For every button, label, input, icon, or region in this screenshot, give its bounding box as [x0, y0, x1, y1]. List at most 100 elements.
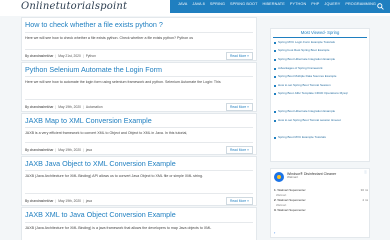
bullet-icon: [274, 137, 276, 139]
post-category[interactable]: Python: [86, 54, 96, 58]
sidebar-link-label: Spring boot Rest Spring Boot Example: [278, 48, 330, 52]
sidebar-link-label: How to set Spring Boot Tomcat session ti…: [278, 118, 341, 122]
site-header: Onlinetutorialspoint Java Java 8 Spring …: [0, 0, 390, 16]
post-card: JAXB XML to Java Object Conversion Examp…: [21, 207, 257, 240]
divider: [25, 170, 253, 171]
post-excerpt: JAXB is a very efficient framework to co…: [25, 131, 188, 135]
walmart-logo-icon: [274, 172, 284, 182]
sidebar-link[interactable]: Advantages of Spring Framework: [274, 66, 368, 71]
sidebar-link-label: Spring Boot Multiple Data Sources Exampl…: [278, 74, 337, 78]
nav-item-hibernate[interactable]: Hibernate: [263, 2, 285, 6]
bullet-icon: [274, 59, 276, 61]
read-more-button[interactable]: Read More »: [225, 103, 253, 111]
divider: [273, 37, 367, 38]
sidebar-link[interactable]: How to set Spring Boot Tomcat Session: [274, 83, 368, 88]
post-meta: By chandrashekhar | May 19th, 2020 | jav…: [25, 147, 92, 152]
bullet-icon: [274, 50, 276, 52]
ad-row-subtitle: Walmart: [276, 203, 287, 207]
ad-row-name: Walmart Supercenter: [277, 188, 306, 192]
divider: [25, 193, 253, 194]
nav-item-jquery[interactable]: jQuery: [324, 2, 340, 6]
main-nav: Java Java 8 Spring Spring Boot Hibernate…: [170, 0, 390, 13]
sidebar-link-label: Spring Boot Jdbc Template CRUD Operation…: [278, 91, 348, 95]
sidebar-link-label: Advantages of Spring Framework: [278, 66, 323, 70]
ad-header: Windsor® Disinfectant Cleaner Walmart: [274, 172, 336, 182]
post-title[interactable]: How to check whether a file exists pytho…: [25, 20, 163, 29]
post-meta: By chandrashekhar | May 19th, 2020 | Aut…: [25, 104, 103, 109]
post-title[interactable]: JAXB Java Object to XML Conversion Examp…: [25, 159, 176, 168]
post-title[interactable]: JAXB Map to XML Conversion Example: [25, 116, 152, 125]
sidebar-link-label: How to set Spring Boot Tomcat Session: [278, 83, 331, 87]
bullet-icon: [274, 76, 276, 78]
ad-row-distance: 30 mi: [360, 188, 368, 192]
meta-separator: |: [83, 198, 84, 203]
post-date: May 19th, 2020: [58, 104, 82, 109]
sidebar-link[interactable]: Spring Boot Hibernate Integration Exampl…: [274, 57, 368, 62]
sidebar-link-label: Spring Boot MVC Example Tutorials: [278, 135, 326, 139]
sidebar-link[interactable]: Spring Boot Hibernate Integration Exampl…: [274, 109, 368, 114]
post-title[interactable]: Python Selenium Automate the Login Form: [25, 65, 162, 74]
nav-item-java[interactable]: Java: [178, 2, 187, 6]
sidebar-most-viewed: Most Viewed- Spring Spring MVC Login For…: [270, 28, 370, 162]
ad-arrow-icon[interactable]: ›: [274, 230, 275, 235]
bullet-icon: [274, 85, 276, 87]
ad-row-name: Walmart Supercenter: [277, 208, 306, 212]
post-excerpt: JAXB (Java Architecture for XML Binding)…: [25, 174, 203, 178]
divider: [25, 32, 253, 33]
meta-separator: |: [55, 104, 57, 109]
bullet-icon: [274, 68, 276, 70]
post-author[interactable]: By chandrashekhar: [25, 105, 53, 109]
sidebar-link[interactable]: Spring Boot Multiple Data Sources Exampl…: [274, 74, 368, 79]
meta-separator: |: [55, 198, 57, 203]
bullet-icon: [274, 42, 276, 44]
post-author[interactable]: By chandrashekhar: [25, 54, 53, 58]
ad-row-subtitle: Walmart: [276, 193, 287, 197]
sidebar-link[interactable]: Spring MVC Login Form Example Tutorials: [274, 40, 368, 45]
divider: [25, 127, 253, 128]
divider: [25, 99, 253, 100]
post-card: How to check whether a file exists pytho…: [21, 17, 257, 61]
meta-separator: |: [83, 147, 84, 152]
ad-store-row[interactable]: 2. Walmart Supercenter 4 mi: [274, 198, 368, 202]
read-more-button[interactable]: Read More »: [225, 146, 253, 154]
sidebar-link[interactable]: Spring boot Rest Spring Boot Example: [274, 48, 368, 53]
divider: [25, 142, 253, 143]
post-author[interactable]: By chandrashekhar: [25, 199, 53, 203]
sidebar-link[interactable]: Spring Boot MVC Example Tutorials: [274, 135, 368, 140]
divider: [25, 222, 253, 223]
post-card: Python Selenium Automate the Login Form …: [21, 62, 257, 112]
nav-item-spring-boot[interactable]: Spring Boot: [230, 2, 257, 6]
nav-item-java8[interactable]: Java 8: [192, 2, 205, 6]
read-more-button[interactable]: Read More »: [225, 197, 253, 205]
ad-store-row[interactable]: 3. Walmart Supercenter: [274, 208, 368, 212]
sidebar-link[interactable]: Spring Boot Jdbc Template CRUD Operation…: [274, 91, 368, 96]
sidebar-link-label: Spring Boot Hibernate Integration Exampl…: [278, 109, 336, 113]
post-category[interactable]: java: [86, 199, 92, 203]
sidebar-link[interactable]: How to set Spring Boot Tomcat session ti…: [274, 118, 368, 123]
post-category[interactable]: java: [86, 148, 92, 152]
ad-store-row[interactable]: 1. Walmart Supercenter 30 mi: [274, 188, 368, 192]
site-logo[interactable]: Onlinetutorialspoint: [21, 1, 127, 12]
sidebar-title: Most Viewed- Spring: [300, 30, 340, 35]
post-date: May 21st, 2020: [58, 53, 81, 58]
post-title[interactable]: JAXB XML to Java Object Conversion Examp…: [25, 210, 176, 219]
post-meta: By chandrashekhar | May 21st, 2020 | Pyt…: [25, 53, 96, 58]
ad-row-number: 3: [274, 208, 276, 212]
nav-item-programming[interactable]: Programming: [345, 2, 376, 6]
nav-item-python[interactable]: Python: [290, 2, 306, 6]
post-meta: By chandrashekhar | May 19th, 2020 | jav…: [25, 198, 92, 203]
post-category[interactable]: Automation: [86, 105, 103, 109]
post-excerpt: Here we will see how to automate the log…: [25, 80, 221, 84]
ad-subtitle: Walmart: [287, 175, 299, 180]
post-card: JAXB Java Object to XML Conversion Examp…: [21, 156, 257, 206]
read-more-button[interactable]: Read More »: [225, 52, 253, 60]
nav-item-spring[interactable]: Spring: [210, 2, 225, 6]
search-icon[interactable]: [377, 3, 384, 10]
advertisement[interactable]: ⓘ Windsor® Disinfectant Cleaner Walmart …: [270, 168, 370, 238]
nav-item-php[interactable]: PHP: [311, 2, 319, 6]
post-author[interactable]: By chandrashekhar: [25, 148, 53, 152]
post-card: JAXB Map to XML Conversion Example JAXB …: [21, 113, 257, 155]
ad-info-icon[interactable]: ⓘ: [364, 170, 367, 174]
sidebar-link-label: Spring Boot Hibernate Integration Exampl…: [278, 57, 336, 61]
post-excerpt: Here we will see how to check whether a …: [25, 36, 193, 40]
